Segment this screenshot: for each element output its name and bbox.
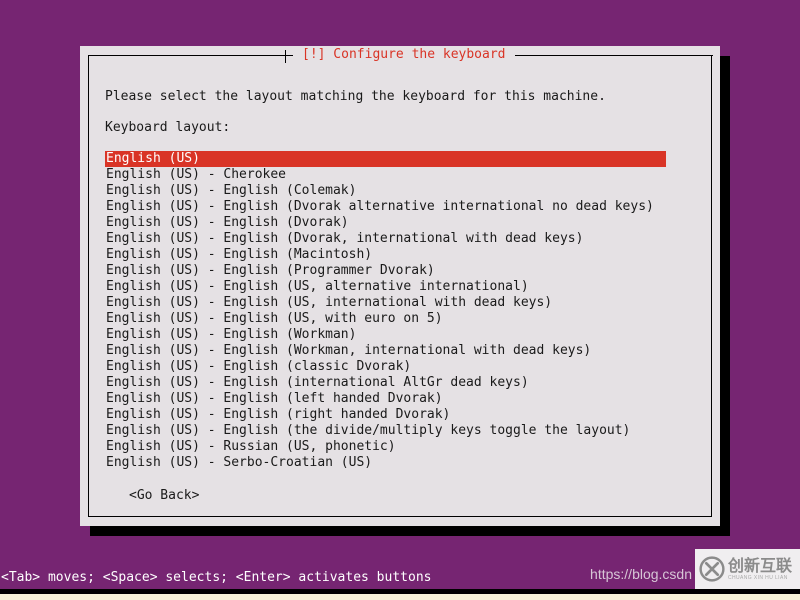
layout-list-item[interactable]: English (US) — [105, 151, 666, 167]
layout-list-item[interactable]: English (US) - English (right handed Dvo… — [105, 407, 666, 423]
titlebar-rule-left — [89, 55, 285, 56]
configure-keyboard-dialog: [!] Configure the keyboard Please select… — [80, 46, 720, 526]
layout-list-item[interactable]: English (US) - English (classic Dvorak) — [105, 359, 666, 375]
go-back-button[interactable]: <Go Back> — [129, 488, 199, 504]
dialog-titlebar: [!] Configure the keyboard — [89, 46, 713, 63]
titlebar-rule-right — [514, 55, 713, 56]
layout-list-item[interactable]: English (US) - English (Programmer Dvora… — [105, 263, 666, 279]
layout-list-item[interactable]: English (US) - English (Dvorak, internat… — [105, 231, 666, 247]
layout-list-item[interactable]: English (US) - Serbo-Croatian (US) — [105, 455, 666, 471]
logo-pinyin-text: CHUANG XIN HU LIAN — [728, 574, 788, 581]
layout-list-item[interactable]: English (US) - English (Dvorak) — [105, 215, 666, 231]
logo-text-block: 创新互联 CHUANG XIN HU LIAN — [728, 555, 793, 581]
layout-list-item[interactable]: English (US) - English (Dvorak alternati… — [105, 199, 666, 215]
bottom-cream-strip — [0, 594, 800, 600]
layout-list-item[interactable]: English (US) - English (US, with euro on… — [105, 311, 666, 327]
layout-list-item[interactable]: English (US) - English (left handed Dvor… — [105, 391, 666, 407]
dialog-inner-frame: [!] Configure the keyboard Please select… — [88, 46, 713, 517]
layout-list-item[interactable]: English (US) - English (Colemak) — [105, 183, 666, 199]
titlebar-tick-left — [285, 50, 286, 63]
layout-list-item[interactable]: English (US) - Cherokee — [105, 167, 666, 183]
layout-list-item[interactable]: English (US) - English (international Al… — [105, 375, 666, 391]
csdn-watermark-url: https://blog.csdn — [590, 566, 692, 582]
keyboard-layout-label: Keyboard layout: — [105, 120, 231, 135]
dialog-title: [!] Configure the keyboard — [293, 46, 515, 63]
intro-text: Please select the layout matching the ke… — [105, 89, 606, 104]
chuangxinhulian-logo-badge: 创新互联 CHUANG XIN HU LIAN — [695, 549, 800, 589]
layout-list-item[interactable]: English (US) - English (Macintosh) — [105, 247, 666, 263]
layout-list-item[interactable]: English (US) - English (US, alternative … — [105, 279, 666, 295]
layout-list-item[interactable]: English (US) - English (Workman) — [105, 327, 666, 343]
circled-x-logo-icon — [699, 556, 725, 582]
layout-list-item[interactable]: English (US) - English (the divide/multi… — [105, 423, 666, 439]
layout-list-item[interactable]: English (US) - Russian (US, phonetic) — [105, 439, 666, 455]
layout-list-item[interactable]: English (US) - English (US, internationa… — [105, 295, 666, 311]
keyboard-layout-list[interactable]: English (US) English (US) - Cherokee Engli… — [105, 151, 666, 471]
layout-list-item[interactable]: English (US) - English (Workman, interna… — [105, 343, 666, 359]
logo-chinese-text: 创新互联 — [728, 555, 793, 575]
